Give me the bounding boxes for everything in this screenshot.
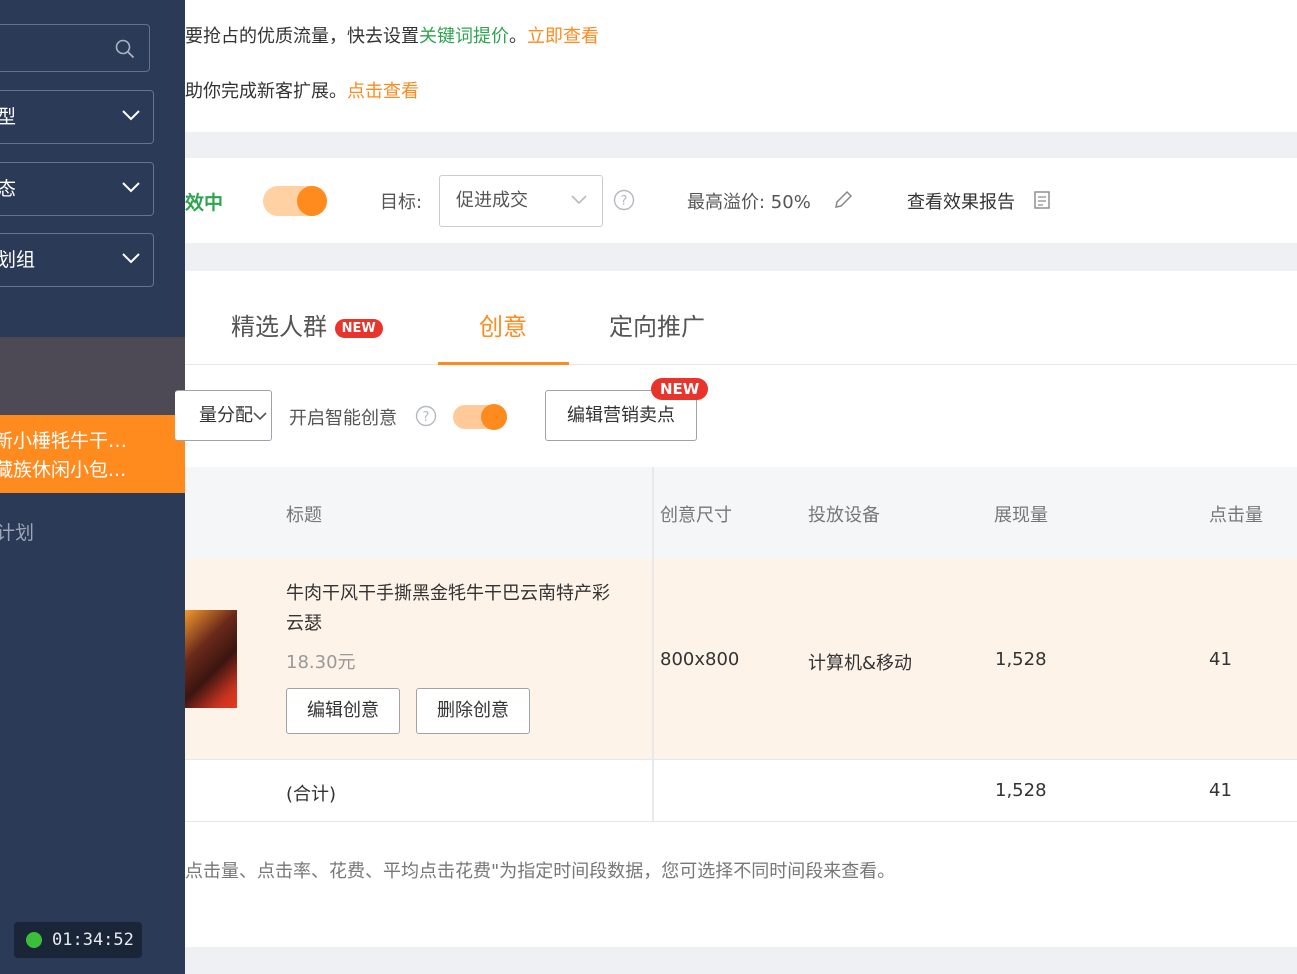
column-header-device: 投放设备 xyxy=(808,505,880,526)
filter-status-select[interactable]: 态 xyxy=(0,162,154,216)
sidebar-item-active[interactable]: 新小棰牦牛干巴云 藏族休闲小包... xyxy=(0,415,185,493)
allocation-select[interactable]: 量分配 xyxy=(175,390,272,441)
creative-clicks: 41 xyxy=(1209,649,1232,670)
new-badge: NEW xyxy=(334,318,383,338)
notice-line-1-sep: 。 xyxy=(509,26,527,47)
help-icon[interactable]: ? xyxy=(415,405,437,427)
chevron-down-icon xyxy=(122,182,140,193)
table-header: 标题 创意尺寸 投放设备 展现量 点击量 xyxy=(185,467,1297,559)
creative-size: 800x800 xyxy=(660,649,740,670)
creative-title-line1: 牛肉干风干手撕黑金牦牛干巴云南特产彩 xyxy=(286,583,610,604)
edit-pencil-icon[interactable] xyxy=(832,189,854,211)
active-tab-indicator xyxy=(438,362,569,365)
filter-plan-group-select[interactable]: 划组 xyxy=(0,233,154,287)
filter-plan-group-label: 划组 xyxy=(0,249,36,271)
table-footnote: 点击量、点击率、花费、平均点击花费"为指定时间段数据，您可选择不同时间段来查看。 xyxy=(185,861,896,882)
column-header-title: 标题 xyxy=(286,505,322,526)
campaign-status-bar: 效中 目标: 促进成交 ? 最高溢价: 50% 查看效果报告 xyxy=(185,158,1297,243)
toggle-knob xyxy=(297,186,327,216)
sidebar-item-active-line1: 新小棰牦牛干巴云 xyxy=(0,430,139,452)
toggle-knob xyxy=(481,404,507,430)
sidebar-item-plan[interactable]: 计划 xyxy=(0,518,34,545)
report-icon[interactable] xyxy=(1033,190,1051,210)
chevron-down-icon xyxy=(571,195,587,205)
search-icon xyxy=(115,39,135,59)
recording-timer: 01:34:52 xyxy=(14,922,142,958)
notice-line-2-text: 助你完成新客扩展。 xyxy=(185,81,347,102)
summary-label: (合计) xyxy=(286,784,337,805)
summary-impressions: 1,528 xyxy=(995,780,1047,801)
view-now-link[interactable]: 立即查看 xyxy=(527,26,599,47)
tab-audience[interactable]: 精选人群 NEW xyxy=(231,307,383,342)
notice-line-1: 要抢占的优质流量，快去设置关键词提价。立即查看 xyxy=(185,22,599,48)
campaign-status-toggle[interactable] xyxy=(263,186,327,216)
smart-creative-toggle[interactable] xyxy=(453,404,507,430)
notice-panel: 要抢占的优质流量，快去设置关键词提价。立即查看 助你完成新客扩展。点击查看 xyxy=(185,0,1297,132)
timer-value: 01:34:52 xyxy=(52,930,134,950)
svg-text:?: ? xyxy=(423,410,430,425)
tab-targeting[interactable]: 定向推广 xyxy=(609,307,705,342)
creative-title-line2: 云瑟 xyxy=(286,613,322,634)
column-header-impressions: 展现量 xyxy=(994,505,1048,526)
chevron-down-icon xyxy=(122,110,140,121)
notice-line-2: 助你完成新客扩展。点击查看 xyxy=(185,77,419,103)
sidebar-search-input[interactable] xyxy=(0,24,150,72)
filter-status-label: 态 xyxy=(0,178,16,200)
filter-type-select[interactable]: 型 xyxy=(0,90,154,144)
edit-creative-button[interactable]: 编辑创意 xyxy=(286,688,400,734)
tab-audience-label: 精选人群 xyxy=(231,313,327,341)
notice-line-1-text: 要抢占的优质流量，快去设置 xyxy=(185,26,419,47)
chevron-down-icon xyxy=(253,412,267,421)
goal-label: 目标: xyxy=(380,192,423,213)
filter-type-label: 型 xyxy=(0,106,16,128)
click-view-link[interactable]: 点击查看 xyxy=(347,81,419,102)
tabs-divider xyxy=(185,364,1297,365)
summary-clicks: 41 xyxy=(1209,780,1232,801)
creative-price: 18.30元 xyxy=(286,652,356,673)
svg-text:?: ? xyxy=(621,194,628,209)
main-content: 精选人群 NEW 创意 定向推广 量分配 开启智能创意 ? 编辑营销卖点 NEW… xyxy=(175,271,1297,947)
table-row: 牛肉干风干手撕黑金牦牛干巴云南特产彩 云瑟 18.30元 编辑创意 删除创意 8… xyxy=(185,559,1297,759)
column-separator xyxy=(652,467,654,822)
max-premium-label: 最高溢价: 50% xyxy=(687,192,811,213)
column-header-size: 创意尺寸 xyxy=(660,505,732,526)
tab-creative[interactable]: 创意 xyxy=(479,307,527,342)
delete-creative-button[interactable]: 删除创意 xyxy=(416,688,530,734)
recording-dot-icon xyxy=(26,932,42,948)
goal-select[interactable]: 促进成交 xyxy=(439,175,603,227)
table-summary-row: (合计) 1,528 41 xyxy=(185,759,1297,822)
help-icon[interactable]: ? xyxy=(613,189,635,211)
view-report-link[interactable]: 查看效果报告 xyxy=(907,188,1015,214)
allocation-label: 量分配 xyxy=(199,405,253,426)
status-label: 效中 xyxy=(185,192,224,214)
column-header-clicks: 点击量 xyxy=(1209,505,1263,526)
creative-device: 计算机&移动 xyxy=(808,653,913,674)
keyword-bid-link[interactable]: 关键词提价 xyxy=(419,26,509,47)
smart-creative-label: 开启智能创意 xyxy=(289,408,397,429)
creative-thumbnail[interactable] xyxy=(185,610,237,708)
chevron-down-icon xyxy=(122,253,140,264)
new-badge: NEW xyxy=(651,378,709,400)
sidebar-item-active-line2: 藏族休闲小包... xyxy=(0,459,127,481)
creative-impressions: 1,528 xyxy=(995,649,1047,670)
sidebar-item-placeholder[interactable] xyxy=(0,337,185,415)
sidebar: 型 态 划组 新小棰牦牛干巴云 藏族休闲小包... 计划 01:34:52 xyxy=(0,0,185,974)
goal-select-value: 促进成交 xyxy=(456,190,528,211)
